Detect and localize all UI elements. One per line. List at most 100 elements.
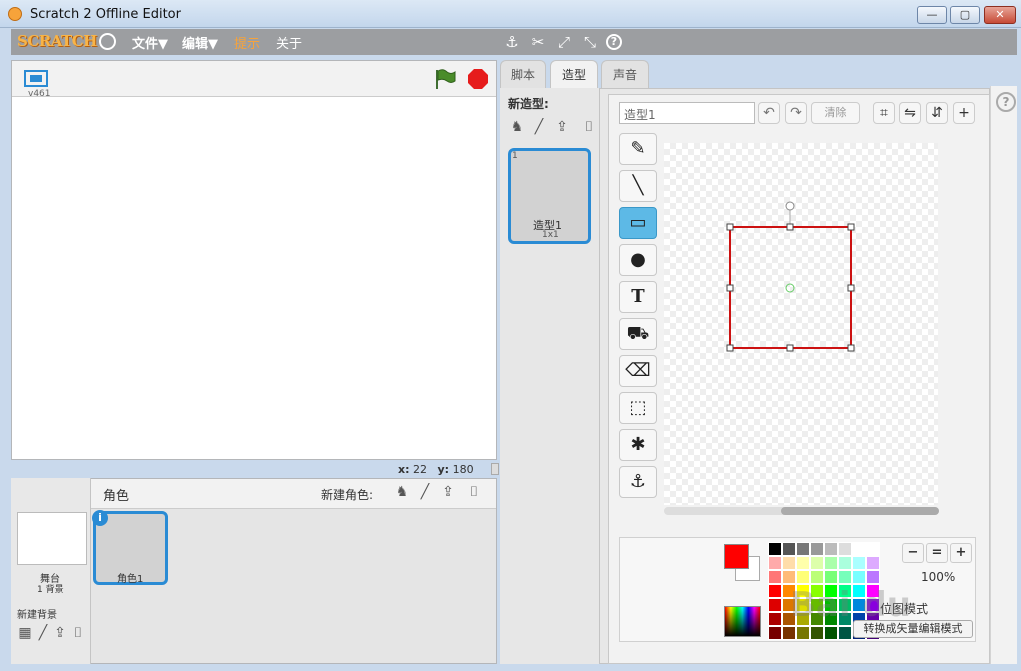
- palette-swatch[interactable]: [768, 542, 782, 556]
- zoom-reset-button[interactable]: =: [926, 543, 948, 563]
- palette-swatch[interactable]: [824, 542, 838, 556]
- brush-tool-icon[interactable]: ✎: [619, 133, 657, 165]
- palette-swatch[interactable]: [768, 556, 782, 570]
- palette-swatch[interactable]: [866, 570, 880, 584]
- camera-sprite-icon[interactable]: ⌷: [465, 483, 483, 501]
- upload-sprite-icon[interactable]: ⇪: [439, 483, 457, 501]
- set-center-icon[interactable]: +: [953, 102, 975, 124]
- canvas-scrollbar-thumb[interactable]: [781, 507, 939, 515]
- palette-swatch[interactable]: [796, 542, 810, 556]
- line-tool-icon[interactable]: ╲: [619, 170, 657, 202]
- language-globe-icon[interactable]: [99, 33, 116, 50]
- menu-about[interactable]: 关于: [276, 33, 302, 52]
- text-tool-icon[interactable]: T: [619, 281, 657, 313]
- stage-backdrop-count: 1 背景: [37, 585, 64, 595]
- palette-swatch[interactable]: [768, 584, 782, 598]
- palette-swatch[interactable]: [768, 626, 782, 640]
- palette-swatch[interactable]: [796, 556, 810, 570]
- crop-icon[interactable]: ⌗: [873, 102, 895, 124]
- paint-backdrop-icon[interactable]: ╱: [34, 624, 52, 642]
- palette-swatch[interactable]: [824, 626, 838, 640]
- tab-scripts[interactable]: 脚本: [500, 60, 546, 89]
- ellipse-tool-icon[interactable]: ●: [619, 244, 657, 276]
- sprite-name: 角色1: [117, 574, 144, 585]
- y-value: 180: [452, 463, 474, 476]
- palette-swatch[interactable]: [866, 556, 880, 570]
- palette-swatch[interactable]: [838, 570, 852, 584]
- info-icon[interactable]: i: [92, 510, 108, 526]
- palette-swatch[interactable]: [810, 556, 824, 570]
- palette-swatch[interactable]: [768, 570, 782, 584]
- zoom-out-button[interactable]: −: [902, 543, 924, 563]
- menu-edit[interactable]: 编辑▼: [182, 33, 218, 52]
- stamp-tool-icon[interactable]: ⚓: [619, 466, 657, 498]
- collapse-stage-handle[interactable]: [491, 463, 499, 475]
- palette-swatch[interactable]: [852, 556, 866, 570]
- palette-swatch[interactable]: [824, 570, 838, 584]
- palette-swatch[interactable]: [782, 570, 796, 584]
- stage[interactable]: [11, 60, 497, 460]
- redo-button[interactable]: ↷: [785, 102, 807, 124]
- menu-file[interactable]: 文件▼: [132, 33, 168, 52]
- zoom-in-button[interactable]: +: [950, 543, 972, 563]
- grow-icon[interactable]: ⤢: [554, 32, 574, 52]
- help-icon[interactable]: ?: [996, 92, 1016, 112]
- shrink-icon[interactable]: ⤡: [580, 32, 600, 52]
- version-label: v461: [28, 89, 51, 99]
- camera-backdrop-icon[interactable]: ⌷: [69, 624, 87, 642]
- palette-swatch[interactable]: [838, 626, 852, 640]
- paint-costume-icon[interactable]: ╱: [530, 118, 548, 136]
- palette-swatch[interactable]: [796, 626, 810, 640]
- costume-name-input[interactable]: 造型1: [619, 102, 755, 124]
- duplicate-stamp-icon[interactable]: ⚓: [502, 32, 522, 52]
- palette-swatch[interactable]: [838, 542, 852, 556]
- palette-swatch[interactable]: [866, 542, 880, 556]
- foreground-color-swatch[interactable]: [724, 544, 749, 569]
- camera-costume-icon[interactable]: ⌷: [580, 118, 598, 136]
- palette-swatch[interactable]: [782, 542, 796, 556]
- delete-scissors-icon[interactable]: ✂: [528, 32, 548, 52]
- tab-costumes[interactable]: 造型: [550, 60, 598, 89]
- block-help-icon[interactable]: ?: [606, 34, 622, 50]
- sprite-library-icon[interactable]: ♞: [393, 483, 411, 501]
- maximize-button[interactable]: ▢: [950, 6, 980, 24]
- green-flag-icon[interactable]: [434, 68, 456, 90]
- clear-button[interactable]: 清除: [811, 102, 860, 124]
- upload-backdrop-icon[interactable]: ⇪: [51, 624, 69, 642]
- flip-vertical-icon[interactable]: ⇵: [926, 102, 948, 124]
- rectangle-tool-icon[interactable]: ▭: [619, 207, 657, 239]
- paint-sprite-icon[interactable]: ╱: [416, 483, 434, 501]
- close-button[interactable]: ✕: [984, 6, 1016, 24]
- selected-rectangle-shape[interactable]: [664, 143, 938, 505]
- palette-swatch[interactable]: [810, 542, 824, 556]
- palette-swatch[interactable]: [810, 626, 824, 640]
- tab-sounds[interactable]: 声音: [601, 60, 649, 89]
- palette-swatch[interactable]: [852, 542, 866, 556]
- menu-tips[interactable]: 提示: [234, 33, 260, 52]
- scratch-logo[interactable]: SCRATCH: [17, 32, 97, 50]
- costume-library-icon[interactable]: ♞: [508, 118, 526, 136]
- select-tool-icon[interactable]: ⬚: [619, 392, 657, 424]
- color-spectrum-picker[interactable]: [724, 606, 761, 637]
- palette-swatch[interactable]: [796, 570, 810, 584]
- fullscreen-icon[interactable]: [24, 70, 48, 87]
- palette-swatch[interactable]: [768, 598, 782, 612]
- palette-swatch[interactable]: [824, 556, 838, 570]
- minimize-button[interactable]: —: [917, 6, 947, 24]
- stage-thumbnail[interactable]: [17, 512, 87, 565]
- palette-swatch[interactable]: [838, 556, 852, 570]
- palette-swatch[interactable]: [768, 612, 782, 626]
- palette-swatch[interactable]: [782, 556, 796, 570]
- stop-icon[interactable]: [468, 69, 488, 89]
- undo-button[interactable]: ↶: [758, 102, 780, 124]
- palette-swatch[interactable]: [810, 570, 824, 584]
- flip-horizontal-icon[interactable]: ⇋: [899, 102, 921, 124]
- magic-select-tool-icon[interactable]: ✱: [619, 429, 657, 461]
- fill-tool-icon[interactable]: ⛟: [619, 318, 657, 350]
- palette-swatch[interactable]: [852, 570, 866, 584]
- eraser-tool-icon[interactable]: ⌫: [619, 355, 657, 387]
- new-sprite-label: 新建角色:: [321, 488, 374, 502]
- backdrop-library-icon[interactable]: ▦: [16, 624, 34, 642]
- palette-swatch[interactable]: [782, 626, 796, 640]
- upload-costume-icon[interactable]: ⇪: [553, 118, 571, 136]
